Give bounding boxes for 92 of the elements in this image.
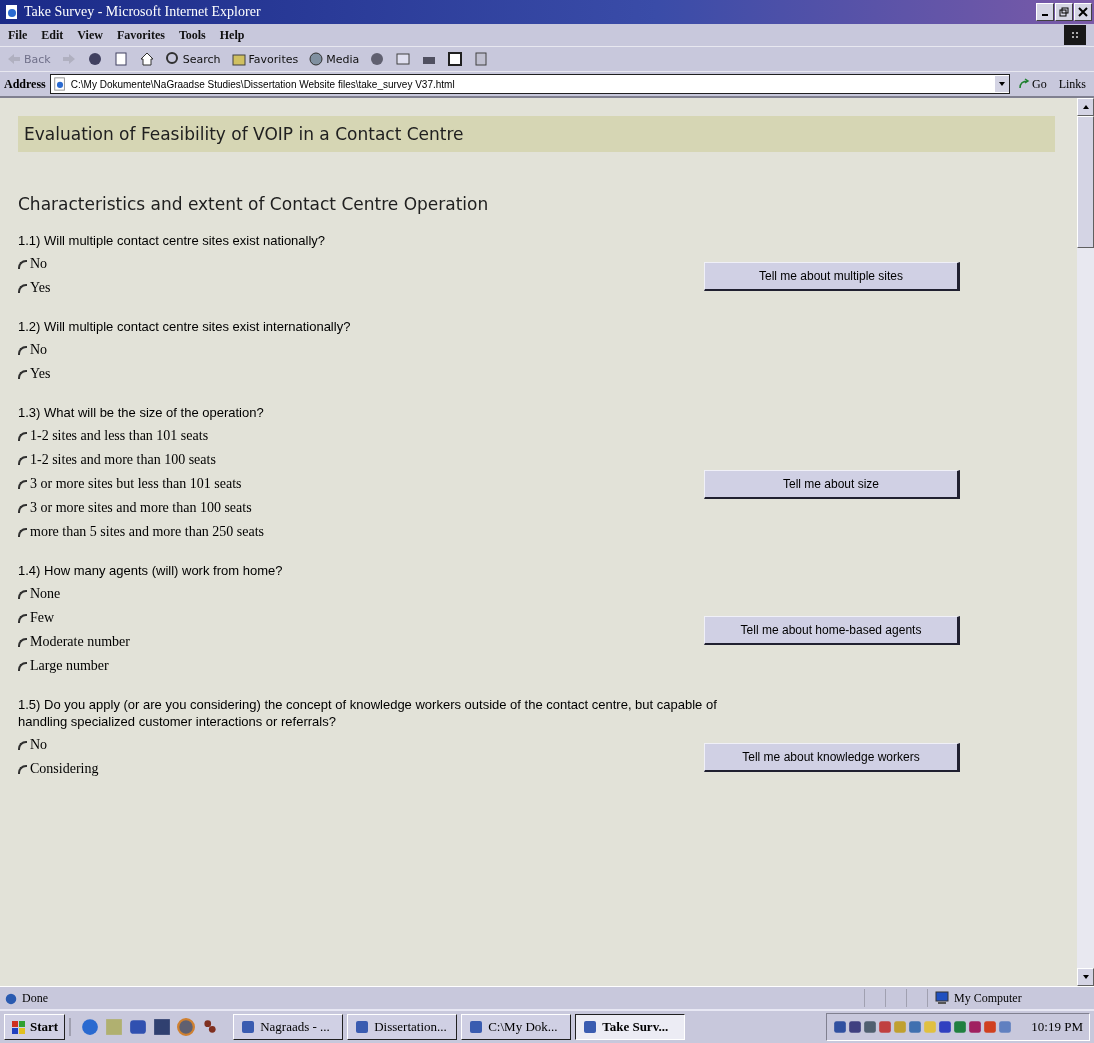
- tray-icon[interactable]: [878, 1019, 893, 1035]
- tray-icon[interactable]: [983, 1019, 998, 1035]
- info-button[interactable]: Tell me about size: [704, 469, 960, 499]
- taskbar-button[interactable]: Take Surv...: [575, 1014, 686, 1040]
- radio-option[interactable]: 1-2 sites and more than 100 seats: [18, 448, 704, 472]
- tray-icon[interactable]: [938, 1019, 953, 1035]
- radio-option[interactable]: No: [18, 338, 704, 362]
- radio-option[interactable]: None: [18, 582, 704, 606]
- question-text: 1.5) Do you apply (or are you considering) the concept of knowledge workers outside of the contact centre, but capable of handling specialized customer interactions or referrals?: [18, 696, 718, 730]
- arrow-icon: [1018, 78, 1030, 90]
- down-arrow-icon[interactable]: [1081, 973, 1090, 981]
- info-button[interactable]: Tell me about home-based agents: [704, 615, 960, 645]
- dropdown-button[interactable]: [995, 76, 1009, 92]
- up-arrow-icon[interactable]: [1081, 103, 1090, 111]
- question-text: 1.1) Will multiple contact centre sites exist nationally?: [18, 232, 327, 249]
- tray-icon[interactable]: [953, 1019, 968, 1035]
- zone-text: My Computer: [954, 990, 1022, 1006]
- address-field[interactable]: C:\My Dokumente\NaGraadse Studies\Dissertation Website files\take_survey V37.html: [49, 74, 1010, 94]
- favorites-button[interactable]: Favorites: [228, 51, 301, 67]
- search-button[interactable]: Search: [162, 51, 223, 67]
- taskbar-button[interactable]: Nagraads - ...: [233, 1014, 344, 1040]
- menu-item[interactable]: Favorites: [116, 27, 165, 43]
- radio-option[interactable]: Yes: [18, 276, 704, 300]
- app-icon: [582, 1019, 599, 1035]
- tray-icon[interactable]: [908, 1019, 923, 1035]
- radio-option[interactable]: more than 5 sites and more than 250 seats: [18, 520, 704, 544]
- section-heading: Characteristics and extent of Contact Centre Operation: [18, 194, 490, 214]
- page-title: Evaluation of Feasibility of VOIP in a Contact Centre: [18, 116, 1055, 152]
- right-arrow-icon: [60, 51, 77, 67]
- question-text: 1.4) How many agents (will) work from home?: [18, 562, 284, 579]
- browser-icon[interactable]: [81, 1018, 100, 1036]
- left-arrow-icon: [6, 51, 22, 67]
- app-icon: [354, 1019, 371, 1035]
- links-button[interactable]: Links: [1054, 76, 1090, 92]
- menu-item[interactable]: Tools: [178, 27, 206, 43]
- media-button[interactable]: Media: [306, 51, 362, 67]
- minimize-button[interactable]: [1036, 3, 1054, 21]
- menu-item[interactable]: Edit: [41, 27, 64, 43]
- minimize-icon: [1042, 14, 1048, 16]
- windows-logo: [11, 1019, 27, 1035]
- radio-option[interactable]: Large number: [18, 654, 704, 678]
- mail-icon: [395, 51, 412, 67]
- app-icon[interactable]: [129, 1018, 148, 1036]
- restore-icon: [1059, 7, 1069, 17]
- radio-option[interactable]: Few: [18, 606, 704, 630]
- restore-button[interactable]: [1055, 3, 1073, 21]
- vertical-scrollbar[interactable]: [1077, 98, 1094, 986]
- dots-icon: [1070, 30, 1080, 40]
- stop-icon: [86, 51, 103, 67]
- app-icon: [240, 1019, 257, 1035]
- media-player-icon[interactable]: [177, 1018, 196, 1036]
- taskbar-button[interactable]: C:\My Dok...: [461, 1014, 572, 1040]
- radio-option[interactable]: No: [18, 733, 704, 757]
- folder-icon: [230, 51, 247, 67]
- computer-icon: [934, 990, 950, 1006]
- app-icon: [468, 1019, 485, 1035]
- menu-item[interactable]: File: [8, 27, 28, 43]
- browser-icon: [4, 4, 20, 20]
- start-button[interactable]: Start: [4, 1014, 66, 1040]
- scroll-thumb[interactable]: [1077, 116, 1094, 248]
- close-button[interactable]: [1074, 3, 1092, 21]
- radio-option[interactable]: 3 or more sites but less than 101 seats: [18, 472, 704, 496]
- home-icon: [138, 51, 155, 67]
- window-title: Take Survey - Microsoft Internet Explorer: [24, 4, 262, 20]
- disc-icon: [308, 51, 325, 67]
- tray-icon[interactable]: [848, 1019, 863, 1035]
- info-button[interactable]: Tell me about knowledge workers: [704, 742, 960, 772]
- document-icon: [447, 51, 464, 67]
- app-icon[interactable]: [153, 1018, 172, 1036]
- radio-option[interactable]: 1-2 sites and less than 101 seats: [18, 424, 704, 448]
- tray-icon[interactable]: [833, 1019, 848, 1035]
- clock: 10:19 PM: [1031, 1019, 1083, 1035]
- radio-option[interactable]: Yes: [18, 362, 704, 386]
- menu-item[interactable]: View: [77, 27, 103, 43]
- menu-item[interactable]: Help: [219, 27, 245, 43]
- tray-icon[interactable]: [863, 1019, 878, 1035]
- status-text: Done: [22, 990, 48, 1006]
- close-icon: [1078, 7, 1088, 17]
- tray-icon[interactable]: [998, 1019, 1013, 1035]
- taskbar-button[interactable]: Dissertation...: [347, 1014, 458, 1040]
- tray-icon[interactable]: [968, 1019, 983, 1035]
- caret-icon: [998, 80, 1006, 88]
- question-text: 1.2) Will multiple contact centre sites exist internationally?: [18, 318, 352, 335]
- radio-option[interactable]: Moderate number: [18, 630, 704, 654]
- question-text: 1.3) What will be the size of the operation?: [18, 404, 265, 421]
- radio-option[interactable]: Considering: [18, 757, 704, 781]
- address-label: Address: [4, 76, 46, 92]
- info-button[interactable]: Tell me about multiple sites: [704, 261, 960, 291]
- search-icon: [164, 51, 181, 67]
- go-button[interactable]: Go: [1014, 76, 1051, 92]
- radio-option[interactable]: 3 or more sites and more than 100 seats: [18, 496, 704, 520]
- radio-option[interactable]: No: [18, 252, 704, 276]
